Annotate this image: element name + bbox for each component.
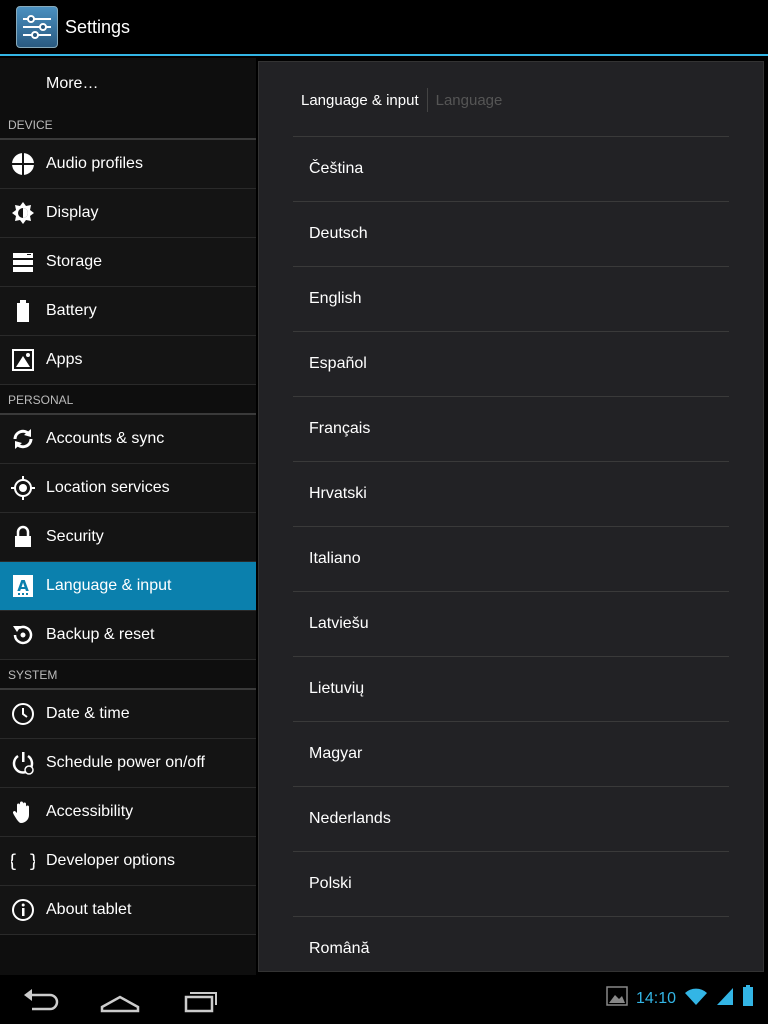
braces-icon: { }: [0, 837, 46, 886]
sidebar-item-security[interactable]: Security: [0, 513, 256, 562]
sidebar-item-label: Developer options: [46, 852, 175, 869]
app-title: Settings: [65, 16, 131, 37]
language-item[interactable]: Deutsch: [293, 201, 729, 266]
settings-sidebar: More… DEVICE Audio profiles Display Stor…: [0, 58, 256, 975]
recent-apps-icon[interactable]: [180, 983, 220, 1015]
sidebar-item-label: Location services: [46, 479, 170, 496]
language-item[interactable]: Hrvatski: [293, 461, 729, 526]
sidebar-item-label: Battery: [46, 302, 97, 319]
audio-profiles-icon: [0, 140, 46, 189]
sidebar-item-location-services[interactable]: Location services: [0, 464, 256, 513]
sidebar-item-date-time[interactable]: Date & time: [0, 690, 256, 739]
language-item[interactable]: Čeština: [293, 136, 729, 201]
status-area[interactable]: 14:10: [606, 985, 754, 1012]
language-item[interactable]: Magyar: [293, 721, 729, 786]
power-icon: [0, 739, 46, 788]
breadcrumb: Language & input Language: [301, 88, 502, 112]
sidebar-item-accessibility[interactable]: Accessibility: [0, 788, 256, 837]
section-header-personal: PERSONAL: [0, 385, 256, 415]
sidebar-item-label: Security: [46, 528, 104, 545]
hand-icon: [0, 788, 46, 837]
language-item[interactable]: Nederlands: [293, 786, 729, 851]
breadcrumb-separator: [426, 88, 428, 112]
svg-text:A: A: [17, 577, 29, 595]
sidebar-item-developer-options[interactable]: { } Developer options: [0, 837, 256, 886]
location-icon: [0, 464, 46, 513]
backup-icon: [0, 611, 46, 660]
sidebar-item-label: More…: [46, 75, 99, 92]
clock-icon: [0, 690, 46, 739]
breadcrumb-next: Language: [435, 91, 503, 109]
sidebar-item-label: About tablet: [46, 901, 132, 918]
sidebar-item-language-input[interactable]: A Language & input: [0, 562, 256, 611]
sidebar-item-label: Schedule power on/off: [46, 754, 205, 771]
wifi-icon: [684, 986, 708, 1011]
sidebar-item-audio-profiles[interactable]: Audio profiles: [0, 140, 256, 189]
storage-icon: [0, 238, 46, 287]
sidebar-item-apps[interactable]: Apps: [0, 336, 256, 385]
sidebar-item-label: Storage: [46, 253, 103, 270]
sidebar-item-label: Apps: [46, 351, 83, 368]
sidebar-item-label: Accounts & sync: [46, 430, 165, 447]
sidebar-item-backup-reset[interactable]: Backup & reset: [0, 611, 256, 660]
breadcrumb-current[interactable]: Language & input: [301, 92, 427, 109]
language-item[interactable]: English: [293, 266, 729, 331]
section-header-device: DEVICE: [0, 110, 256, 140]
sidebar-item-more[interactable]: More…: [0, 58, 256, 110]
settings-app-icon[interactable]: [16, 6, 58, 48]
info-icon: [0, 886, 46, 935]
sidebar-item-label: Audio profiles: [46, 155, 143, 172]
sidebar-item-storage[interactable]: Storage: [0, 238, 256, 287]
sidebar-item-label: Date & time: [46, 705, 130, 722]
sidebar-item-battery[interactable]: Battery: [0, 287, 256, 336]
gallery-notification-icon[interactable]: [606, 986, 628, 1011]
sidebar-item-about-tablet[interactable]: About tablet: [0, 886, 256, 935]
language-item[interactable]: Lietuvių: [293, 656, 729, 721]
battery-icon: [0, 287, 46, 336]
section-header-system: SYSTEM: [0, 660, 256, 690]
language-item[interactable]: Español: [293, 331, 729, 396]
sync-icon: [0, 415, 46, 464]
language-item[interactable]: Latviešu: [293, 591, 729, 656]
sidebar-item-schedule-power[interactable]: Schedule power on/off: [0, 739, 256, 788]
language-item[interactable]: Polski: [293, 851, 729, 916]
language-item[interactable]: Italiano: [293, 526, 729, 591]
system-navigation-bar: 14:10: [0, 975, 768, 1024]
lock-icon: [0, 513, 46, 562]
language-list: Čeština Deutsch English Español Français…: [293, 136, 729, 971]
back-icon[interactable]: [20, 983, 60, 1015]
battery-status-icon: [742, 985, 754, 1012]
display-icon: [0, 189, 46, 238]
sidebar-item-accounts-sync[interactable]: Accounts & sync: [0, 415, 256, 464]
sidebar-item-label: Backup & reset: [46, 626, 155, 643]
sidebar-item-label: Display: [46, 204, 99, 221]
sidebar-item-label: Language & input: [46, 577, 172, 594]
svg-text:{ }: { }: [11, 851, 35, 872]
language-item[interactable]: Français: [293, 396, 729, 461]
language-icon: A: [0, 562, 46, 611]
status-clock: 14:10: [635, 989, 676, 1007]
action-bar: Settings: [0, 0, 768, 56]
apps-icon: [0, 336, 46, 385]
sidebar-item-label: Accessibility: [46, 803, 134, 820]
language-item[interactable]: Română: [293, 916, 729, 971]
home-icon[interactable]: [100, 983, 140, 1015]
sidebar-item-display[interactable]: Display: [0, 189, 256, 238]
signal-icon: [716, 986, 734, 1011]
language-panel: Language & input Language Čeština Deutsc…: [258, 61, 764, 972]
